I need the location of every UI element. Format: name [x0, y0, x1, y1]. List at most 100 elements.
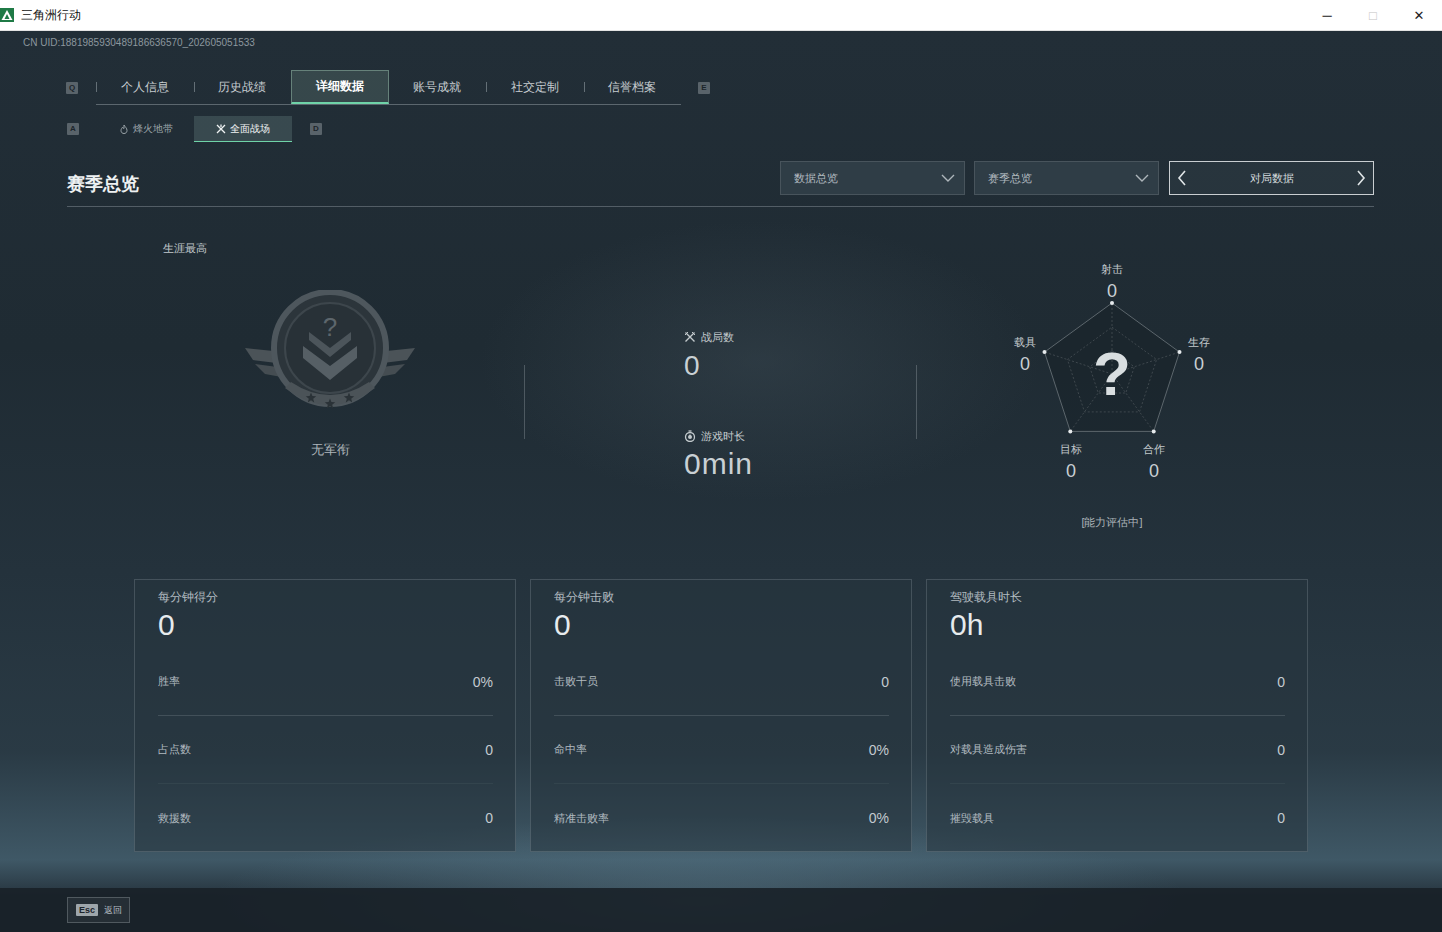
back-label: 返回 [104, 904, 122, 917]
mode-tabs: 烽火地带 全面战场 [98, 116, 292, 142]
main-tab[interactable]: 社交定制 [486, 70, 584, 104]
radar-axis: 载具 0 [1014, 335, 1036, 375]
summary-value: 0 [684, 350, 916, 382]
stat-row: 精准击败率 0% [554, 784, 889, 852]
summary-value: 0min [684, 447, 916, 481]
card-value: 0h [950, 608, 1285, 642]
main-tab[interactable]: 账号成就 [389, 70, 487, 104]
data-stepper[interactable]: 对局数据 [1169, 161, 1374, 195]
arrow-left-icon [1176, 169, 1188, 187]
radar-axis-label: 目标 [1060, 442, 1082, 456]
stat-card: 驾驶载具时长0h使用载具击败0对载具造成伤害0摧毁载具0 [926, 579, 1308, 852]
radar-axis: 目标 0 [1060, 442, 1082, 482]
stat-row-value: 0 [1277, 742, 1285, 758]
stopwatch-icon [684, 430, 696, 442]
crossed-swords-icon [684, 331, 696, 343]
section-header: 赛季总览 数据总览 赛季总览 对局数据 [67, 161, 1374, 207]
ability-radar: 射击0生存0合作0目标0载具0?[能力评估中] [982, 255, 1242, 545]
stepper-label: 对局数据 [1250, 171, 1294, 186]
radar-vertex-dot [1110, 301, 1114, 305]
mode-tab-row: A 烽火地带 全面战场 D [0, 116, 1442, 142]
rank-badge: ? [323, 312, 337, 342]
stat-row: 击败干员0 [554, 648, 889, 716]
radar-axis: 射击0 [1101, 262, 1123, 302]
stat-row-value: 0 [1277, 674, 1285, 690]
card-value: 0 [158, 608, 493, 642]
stat-row-label: 击败干员 [554, 674, 598, 689]
summary-label: 战局数 [684, 330, 916, 344]
radar-vertex-dot [1068, 429, 1072, 433]
card-rows: 使用载具击败0对载具造成伤害0摧毁载具0 [950, 648, 1285, 852]
radar-axis-value: 0 [1020, 353, 1030, 375]
stat-row: 摧毁载具 0 [950, 784, 1285, 852]
main-tab[interactable]: 信誉档案 [584, 70, 682, 104]
stat-row-label: 精准击败率 [554, 811, 609, 826]
mode-tab-label: 烽火地带 [133, 122, 173, 136]
dropdown-label: 赛季总览 [988, 171, 1134, 186]
star-icon [325, 399, 335, 409]
minimize-button[interactable]: ─ [1304, 0, 1350, 30]
stat-row-label: 使用载具击败 [950, 674, 1016, 689]
flame-icon [119, 124, 129, 134]
mode-tab-label: 全面战场 [230, 122, 270, 136]
stat-row-label: 命中率 [554, 742, 587, 757]
close-button[interactable]: ✕ [1396, 0, 1442, 30]
stat-row-label: 救援数 [158, 811, 191, 826]
radar-axis-value: 0 [1066, 460, 1076, 482]
radar-axis-label: 载具 [1014, 335, 1036, 349]
stat-row-value: 0% [473, 674, 493, 690]
radar-axis: 合作 0 [1143, 442, 1165, 482]
battle-icon [216, 124, 226, 134]
radar-center-mark: ? [1093, 343, 1131, 405]
esc-key: Esc [76, 904, 98, 916]
stat-row-value: 0 [1277, 810, 1285, 826]
card-rows: 击败干员0 命中率 0% 精准击败率 0% [554, 648, 889, 852]
rank-block: ? 无军衔 [245, 290, 415, 458]
main-tab-row: Q 个人信息历史战绩详细数据账号成就社交定制信誉档案 E [0, 70, 1442, 105]
column-divider [916, 365, 917, 439]
section-title: 赛季总览 [67, 172, 139, 196]
main-tab[interactable]: 详细数据 [291, 70, 389, 104]
back-button[interactable]: Esc 返回 [67, 897, 130, 923]
main-tab[interactable]: 历史战绩 [194, 70, 292, 104]
game-screen: CN UID:1881985930489186636570_2026050515… [0, 31, 1442, 932]
stat-cards: 每分钟得分0胜率0%占点数0救援数0每分钟击败0击败干员0命中率0%精准击败率0… [134, 579, 1442, 852]
stat-row-value: 0% [869, 810, 889, 826]
stat-row: 对载具造成伤害0 [950, 716, 1285, 784]
summary-label: 游戏时长 [684, 429, 916, 443]
stepper-prev-button[interactable] [1176, 169, 1188, 187]
maximize-button: □ [1350, 0, 1396, 30]
next-mode-key[interactable]: D [310, 123, 322, 135]
stat-row: 救援数0 [158, 784, 493, 852]
main-tab[interactable]: 个人信息 [96, 70, 194, 104]
app-logo-icon [0, 8, 14, 22]
radar-status: [能力评估中] [1081, 515, 1142, 529]
dropdown-label: 数据总览 [794, 171, 940, 186]
card-label: 每分钟得分 [158, 590, 493, 604]
stepper-next-button[interactable] [1355, 169, 1367, 187]
stat-row-value: 0 [485, 742, 493, 758]
card-rows: 胜率0%占点数0救援数0 [158, 648, 493, 852]
radar-axis-value: 0 [1149, 460, 1159, 482]
stat-row: 占点数 0 [158, 716, 493, 784]
radar-axis-label: 合作 [1143, 442, 1165, 456]
radar-vertex-dot [1178, 350, 1182, 354]
mode-tab[interactable]: 全面战场 [194, 116, 292, 142]
prev-tab-key[interactable]: Q [66, 82, 78, 94]
main-tabs: 个人信息历史战绩详细数据账号成就社交定制信誉档案 [96, 70, 681, 105]
stat-row-label: 占点数 [158, 742, 191, 757]
stat-row-label: 摧毁载具 [950, 811, 994, 826]
rank-name: 无军衔 [311, 442, 350, 458]
chevron-down-icon [1134, 171, 1150, 185]
mode-tab[interactable]: 烽火地带 [98, 116, 194, 142]
card-label: 每分钟击败 [554, 590, 889, 604]
stat-row-value: 0% [869, 742, 889, 758]
next-tab-key[interactable]: E [698, 82, 710, 94]
stat-card: 每分钟击败0击败干员0命中率0%精准击败率0% [530, 579, 912, 852]
filter-dropdown[interactable]: 数据总览 [780, 161, 965, 195]
radar-vertex-dot [1152, 429, 1156, 433]
prev-mode-key[interactable]: A [67, 123, 79, 135]
card-label: 驾驶载具时长 [950, 590, 1285, 604]
column-divider [524, 365, 525, 439]
filter-dropdown[interactable]: 赛季总览 [974, 161, 1159, 195]
